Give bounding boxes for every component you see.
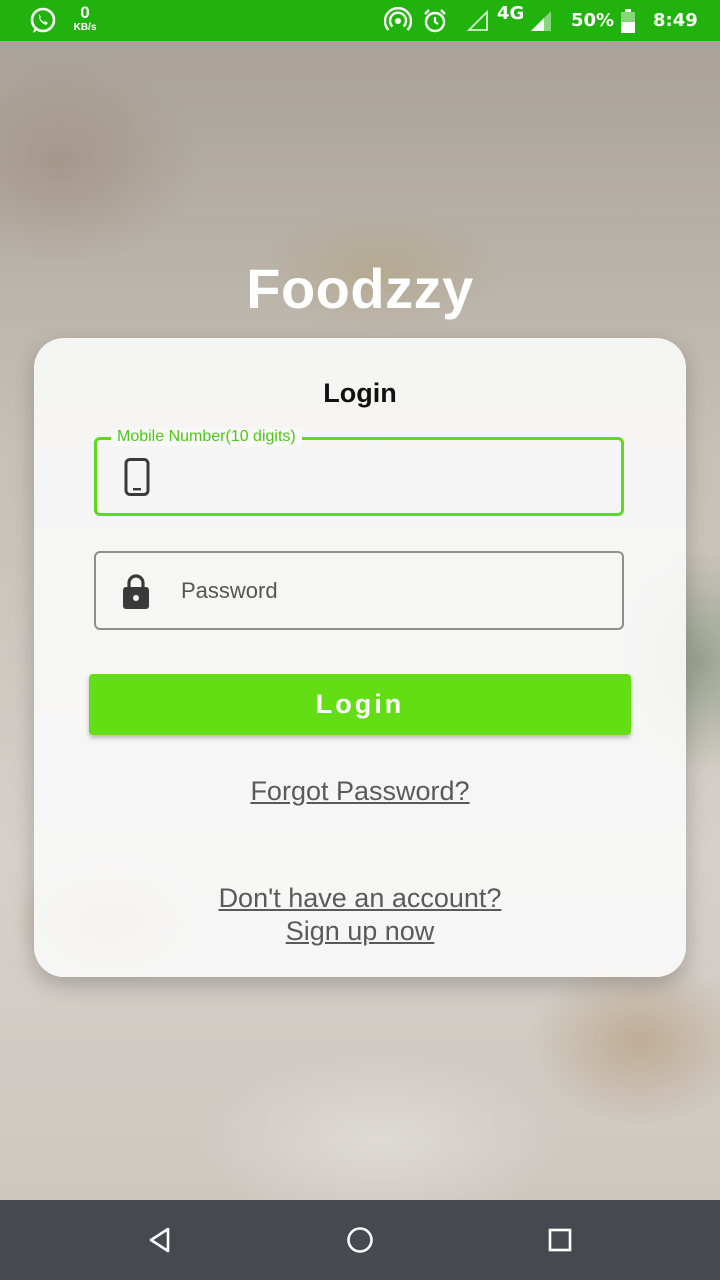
mobile-number-field[interactable]: Mobile Number(10 digits) xyxy=(94,428,624,516)
sign-up-link[interactable]: Sign up now xyxy=(34,916,686,947)
login-button[interactable]: Login xyxy=(89,674,631,735)
network-speed: 0 KB/s xyxy=(68,4,102,33)
screen: 0 KB/s 4G 50% 8:49 Foodzzy Login Mobile … xyxy=(0,0,720,1280)
battery-level: 50% xyxy=(571,10,615,31)
no-account-link[interactable]: Don't have an account? xyxy=(34,883,686,914)
app-brand-title: Foodzzy xyxy=(246,257,474,320)
clock: 8:49 xyxy=(653,10,698,31)
signal-icon xyxy=(530,0,552,41)
forgot-password-link[interactable]: Forgot Password? xyxy=(34,776,686,807)
hotspot-icon xyxy=(384,0,412,41)
recents-icon[interactable] xyxy=(542,1222,578,1258)
network-type: 4G xyxy=(497,3,525,24)
network-speed-value: 0 xyxy=(80,3,90,22)
password-input[interactable] xyxy=(181,553,601,628)
status-bar: 0 KB/s 4G 50% 8:49 xyxy=(0,0,720,41)
phone-icon xyxy=(122,457,152,497)
alarm-icon xyxy=(422,0,448,41)
password-field[interactable] xyxy=(94,551,624,630)
lock-icon xyxy=(121,571,151,611)
home-icon[interactable] xyxy=(342,1222,378,1258)
signal-empty-icon xyxy=(467,0,489,41)
back-icon[interactable] xyxy=(142,1222,178,1258)
whatsapp-icon xyxy=(29,0,57,41)
navigation-bar xyxy=(0,1200,720,1280)
battery-icon xyxy=(620,0,636,41)
login-card: Login Mobile Number(10 digits) Login For… xyxy=(34,338,686,977)
network-speed-unit: KB/s xyxy=(73,22,97,33)
login-title: Login xyxy=(323,378,397,408)
mobile-number-input[interactable] xyxy=(182,440,602,513)
